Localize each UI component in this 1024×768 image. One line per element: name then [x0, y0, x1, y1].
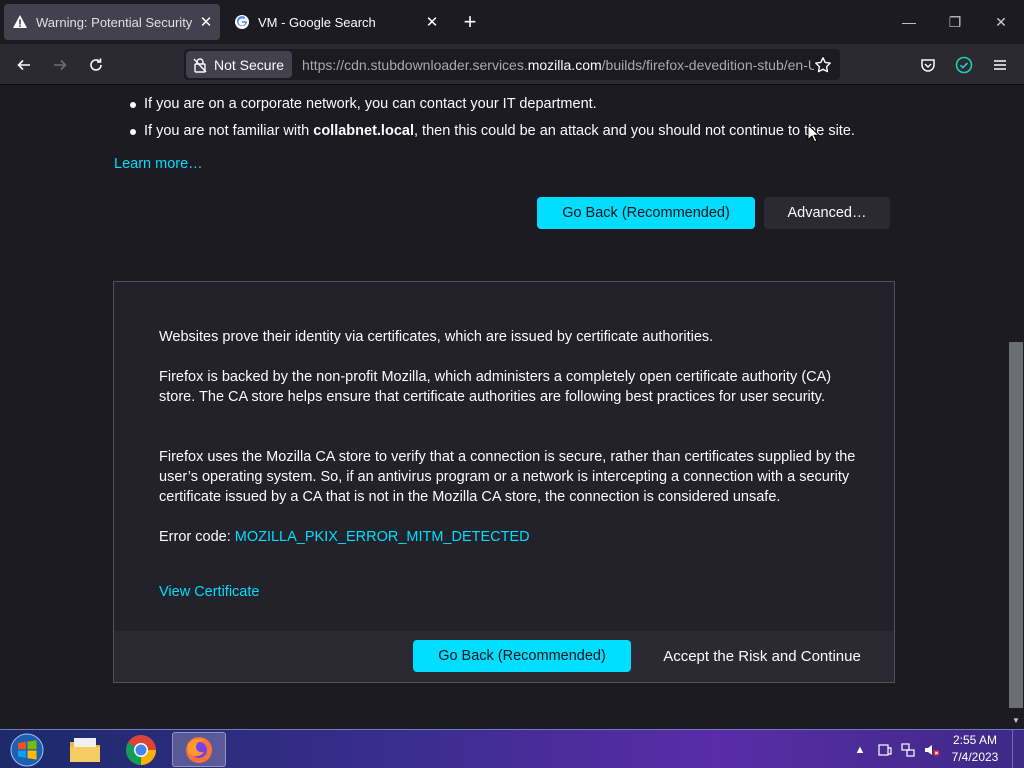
network-icon[interactable]	[899, 730, 917, 768]
tab-strip: Warning: Potential Security Risk Ahead ✕…	[0, 0, 1024, 44]
view-certificate-link[interactable]: View Certificate	[159, 584, 259, 600]
site-security-indicator[interactable]: Not Secure	[186, 51, 293, 78]
back-arrow-icon	[17, 59, 30, 71]
mozilla-ca-info-text: Firefox is backed by the non-profit Mozi…	[159, 369, 832, 405]
error-code-link[interactable]: MOZILLA_PKIX_ERROR_MITM_DETECTED	[235, 529, 530, 545]
bullet-text: If you are not familiar with	[144, 123, 314, 139]
close-tab-icon[interactable]: ✕	[422, 12, 442, 32]
file-explorer-icon[interactable]	[58, 732, 112, 767]
close-tab-icon[interactable]: ✕	[196, 12, 216, 32]
start-button[interactable]	[5, 731, 49, 768]
system-clock[interactable]: 2:55 AM 7/4/2023	[946, 732, 1004, 766]
advanced-panel-footer: Go Back (Recommended) Accept the Risk an…	[114, 631, 894, 682]
error-code-line: Error code: MOZILLA_PKIX_ERROR_MITM_DETE…	[159, 527, 859, 547]
url-prefix: https://cdn.stubdownloader.services.	[302, 56, 528, 73]
google-icon	[234, 14, 250, 30]
url-path: /builds/firefox-devedition-stub/en-US/	[601, 56, 815, 73]
mouse-cursor-icon	[807, 123, 821, 148]
action-center-icon[interactable]	[876, 730, 894, 768]
tab-security-warning[interactable]: Warning: Potential Security Risk Ahead ✕	[4, 4, 220, 40]
scroll-down-icon[interactable]: ▼	[1008, 712, 1024, 728]
clock-date: 7/4/2023	[951, 750, 999, 764]
bullet-text: If you are on a corporate network, you c…	[144, 96, 597, 112]
tab-title: Warning: Potential Security Risk Ahead	[36, 14, 196, 30]
accept-risk-button[interactable]: Accept the Risk and Continue	[648, 640, 876, 672]
warning-icon	[12, 14, 28, 30]
certificate-info-text: Websites prove their identity via certif…	[159, 329, 714, 345]
error-code-label: Error code:	[159, 529, 235, 545]
volume-muted-icon[interactable]	[922, 730, 942, 768]
page-content: If you are on a corporate network, you c…	[0, 86, 1008, 729]
not-secure-label: Not Secure	[214, 56, 285, 73]
advanced-button[interactable]: Advanced…	[764, 197, 890, 229]
restore-icon[interactable]: ❐	[932, 6, 978, 38]
go-back-button[interactable]: Go Back (Recommended)	[537, 197, 755, 229]
minimize-icon[interactable]: —	[886, 6, 932, 38]
ca-store-info-text: Firefox uses the Mozilla CA store to ver…	[159, 449, 856, 505]
warning-suggestions-list: If you are on a corporate network, you c…	[130, 94, 855, 148]
menu-hamburger-icon[interactable]	[985, 50, 1015, 80]
url-host: mozilla.com	[527, 56, 602, 73]
url-text[interactable]: https://cdn.stubdownloader.services.mozi…	[302, 57, 814, 73]
chrome-icon[interactable]	[114, 732, 168, 767]
close-window-icon[interactable]: ✕	[978, 6, 1024, 38]
firefox-icon[interactable]	[172, 732, 226, 767]
extension-check-icon[interactable]	[949, 50, 979, 80]
back-button[interactable]	[9, 50, 39, 80]
clock-time: 2:55 AM	[952, 733, 998, 747]
tab-google-search[interactable]: VM - Google Search ✕	[226, 4, 446, 40]
forward-button[interactable]	[45, 50, 75, 80]
hostname: collabnet.local	[313, 123, 414, 139]
show-desktop-button[interactable]	[1012, 730, 1024, 768]
tab-title: VM - Google Search	[258, 14, 376, 30]
bullet-text: , then this could be an attack and you s…	[413, 123, 855, 139]
list-item: If you are on a corporate network, you c…	[130, 94, 855, 121]
forward-arrow-icon	[54, 59, 67, 71]
go-back-button-bottom[interactable]: Go Back (Recommended)	[413, 640, 631, 672]
broken-lock-icon	[192, 57, 208, 73]
url-bar[interactable]: Not Secure https://cdn.stubdownloader.se…	[184, 49, 840, 80]
reload-button[interactable]	[81, 50, 111, 80]
advanced-info-panel: Websites prove their identity via certif…	[113, 281, 895, 683]
learn-more-link[interactable]: Learn more…	[114, 156, 203, 172]
windows-logo-icon	[10, 733, 44, 767]
windows-taskbar: ▲ 2:55 AM 7/4/2023	[0, 729, 1024, 768]
new-tab-button[interactable]: +	[458, 9, 482, 34]
pocket-icon[interactable]	[913, 50, 943, 80]
show-hidden-icons-icon[interactable]: ▲	[853, 730, 867, 768]
bookmark-star-icon[interactable]	[812, 54, 834, 76]
reload-icon	[90, 58, 102, 71]
list-item: If you are not familiar with collabnet.l…	[130, 121, 855, 148]
vertical-scrollbar[interactable]: ▼	[1008, 86, 1024, 729]
navigation-toolbar: Not Secure https://cdn.stubdownloader.se…	[0, 44, 1024, 85]
scrollbar-thumb[interactable]	[1009, 342, 1023, 708]
